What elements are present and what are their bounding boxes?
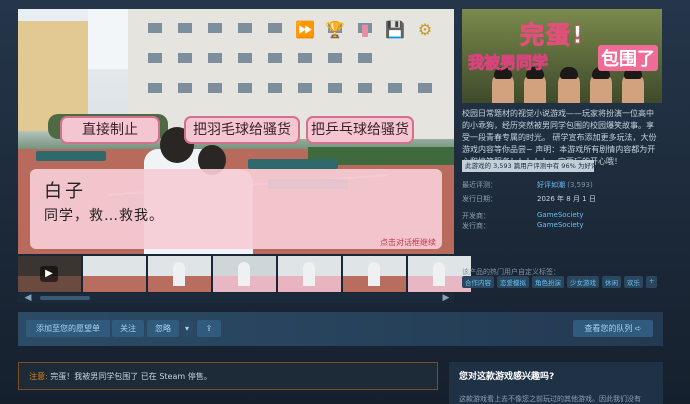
publisher-link[interactable]: GameSociety xyxy=(537,221,584,229)
notice-text: 完蛋！我被男同学包围了 已在 Steam 停售。 xyxy=(47,372,212,381)
tag-more-button[interactable]: + xyxy=(646,276,658,288)
ignore-button[interactable]: 忽略 xyxy=(147,320,179,337)
interest-body: 这款游戏看上去不像您之前玩过的其他游戏。因此我们没有 xyxy=(459,395,641,403)
thumbnail[interactable] xyxy=(343,256,406,292)
student-face xyxy=(590,67,612,103)
publisher-label: 发行商： xyxy=(462,222,490,230)
wishlist-button[interactable]: 添加至您的愿望单 xyxy=(26,320,110,337)
game-toolbar: ⏩ 🏆 ▮ 💾 ⚙ xyxy=(294,19,436,41)
thumbnail-video[interactable]: ▶ xyxy=(18,256,81,292)
choice-button[interactable]: 把乒乓球给骚货 xyxy=(306,116,414,144)
interest-panel: 您对这款游戏感兴趣吗? 这款游戏看上去不像您之前玩过的其他游戏。因此我们没有 xyxy=(449,362,663,404)
follow-button[interactable]: 关注 xyxy=(112,320,144,337)
header-capsule: 完蛋! 我被男同学 包围了 xyxy=(462,9,662,103)
developer-label: 开发商： xyxy=(462,212,490,220)
scrollbar-handle[interactable] xyxy=(40,296,90,300)
tag[interactable]: 合作内容 xyxy=(462,276,494,288)
tag[interactable]: 角色扮演 xyxy=(532,276,564,288)
reviews-summary[interactable]: 好评如潮 (3,593) xyxy=(537,180,593,190)
share-icon[interactable]: ⇪ xyxy=(197,320,221,337)
view-queue-button[interactable]: 查看您的队列 ➪ xyxy=(573,320,653,337)
thumbnail[interactable] xyxy=(83,256,146,292)
thumbnail-strip: ▶ xyxy=(18,256,471,292)
speaker-name: 白子 xyxy=(44,181,86,202)
student-face xyxy=(524,67,546,103)
student-face xyxy=(558,67,580,103)
game-description: 校园日常题材的视觉小说游戏——玩家将扮演一位高中的小乖狗，经历突然被男同学包围的… xyxy=(462,109,657,166)
delisted-notice: 注意: 完蛋！我被男同学包围了 已在 Steam 停售。 xyxy=(18,362,438,390)
scroll-right-icon[interactable]: ▶ xyxy=(440,293,452,303)
interest-heading: 您对这款游戏感兴趣吗? xyxy=(459,372,555,382)
scroll-left-icon[interactable]: ◀ xyxy=(22,293,34,303)
reviews-label: 最近评测： xyxy=(462,181,497,189)
student-face xyxy=(622,67,644,103)
ping-pong-table xyxy=(36,151,106,161)
release-date: 2026 年 8 月 1 日 xyxy=(537,195,596,203)
tag[interactable]: 恋爱模拟 xyxy=(497,276,529,288)
capsule-title-2: 我被男同学 xyxy=(467,53,549,73)
tag-list: 合作内容 恋爱模拟 角色扮演 少女游戏 休闲 欢乐 + xyxy=(462,276,658,288)
capsule-title-1: 完蛋! xyxy=(520,21,585,50)
thumbnail-scrollbar[interactable] xyxy=(18,293,454,303)
reviews-count: (3,593) xyxy=(567,181,593,189)
choice-button[interactable]: 把羽毛球给骚货 xyxy=(184,116,300,144)
thumbnail[interactable] xyxy=(278,256,341,292)
thumbnail[interactable] xyxy=(213,256,276,292)
save-icon[interactable]: 💾 xyxy=(384,19,406,41)
notice-prefix: 注意: xyxy=(29,372,48,381)
ping-pong-table xyxy=(248,159,338,169)
tag[interactable]: 休闲 xyxy=(602,276,621,288)
dialogue-text: 同学，救…救我。 xyxy=(44,208,164,224)
main-screenshot[interactable]: ⏩ 🏆 ▮ 💾 ⚙ 直接制止 把羽毛球给骚货 把乒乓球给骚货 白子 同学，救…救… xyxy=(18,9,454,254)
tag[interactable]: 少女游戏 xyxy=(567,276,599,288)
tag[interactable]: 欢乐 xyxy=(624,276,643,288)
play-icon: ▶ xyxy=(40,266,58,282)
continue-hint: 点击对话框继续 xyxy=(380,238,436,247)
review-tooltip: 此游戏的 3,593 篇用户评测中有 96% 为好评。 xyxy=(462,160,594,172)
settings-icon[interactable]: ⚙ xyxy=(414,19,436,41)
reviews-value[interactable]: 好评如潮 xyxy=(537,181,565,189)
chevron-down-icon[interactable]: ▾ xyxy=(181,320,193,337)
release-label: 发行日期： xyxy=(462,195,497,203)
fast-forward-icon[interactable]: ⏩ xyxy=(294,19,316,41)
bookmark-icon[interactable]: ▮ xyxy=(354,19,376,41)
capsule-title-3: 包围了 xyxy=(598,45,658,71)
developer-link[interactable]: GameSociety xyxy=(537,211,584,219)
trophy-icon[interactable]: 🏆 xyxy=(324,19,346,41)
choice-button[interactable]: 直接制止 xyxy=(60,116,160,144)
thumbnail[interactable] xyxy=(148,256,211,292)
student-face xyxy=(492,67,514,103)
